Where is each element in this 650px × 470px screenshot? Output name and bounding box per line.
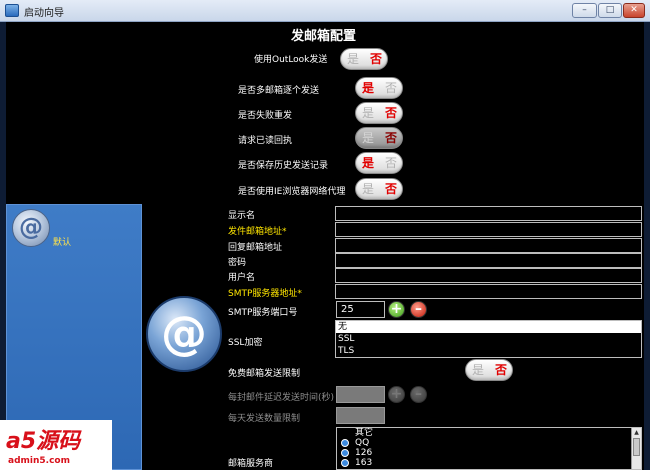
toggle-yes: 是 — [361, 131, 374, 145]
watermark-sub: admin5.com — [8, 456, 70, 466]
toggle-yes: 是 — [346, 52, 359, 66]
multi-mailbox-toggle[interactable]: 是 否 — [355, 77, 403, 99]
password-label: 密码 — [228, 258, 247, 268]
title-bar: 启动向导 – □ ✕ — [0, 0, 650, 22]
retry-on-fail-label: 是否失败重发 — [238, 111, 293, 121]
read-receipt-toggle[interactable]: 是 否 — [355, 127, 403, 149]
password-input[interactable] — [335, 253, 642, 268]
ie-proxy-label: 是否使用IE浏览器网络代理 — [238, 187, 346, 197]
toggle-no: 否 — [369, 52, 382, 66]
multi-mailbox-label: 是否多邮箱逐个发送 — [238, 86, 320, 96]
daily-limit-label: 每天发送数量限制 — [228, 414, 301, 424]
reply-address-label: 回复邮箱地址 — [228, 243, 283, 253]
toggle-no: 否 — [384, 131, 397, 145]
toggle-yes: 是 — [361, 156, 374, 170]
minimize-button[interactable]: – — [572, 3, 597, 18]
scrollbar[interactable]: ▲ — [631, 428, 641, 469]
display-name-label: 显示名 — [228, 211, 256, 221]
free-limit-label: 免费邮箱发送限制 — [228, 369, 301, 379]
daily-limit-input[interactable] — [336, 407, 385, 424]
add-button[interactable]: + — [388, 386, 405, 403]
toggle-no: 否 — [384, 106, 397, 120]
toggle-yes: 是 — [361, 182, 374, 196]
read-receipt-label: 请求已读回执 — [238, 136, 293, 146]
save-history-toggle[interactable]: 是 否 — [355, 152, 403, 174]
qq-icon — [341, 439, 349, 447]
toggle-no: 否 — [494, 363, 507, 377]
watermark-logo: a5源码 admin5.com — [0, 420, 112, 470]
ssl-listbox[interactable]: 无 SSL TLS — [335, 320, 642, 358]
remove-button[interactable]: – — [410, 386, 427, 403]
username-label: 用户名 — [228, 273, 256, 283]
scroll-thumb[interactable] — [633, 438, 640, 456]
mail-163-icon — [341, 459, 349, 467]
outlook-send-toggle[interactable]: 是 否 — [340, 48, 388, 70]
watermark-main: a5源码 — [6, 429, 81, 454]
display-name-input[interactable] — [335, 206, 642, 221]
save-history-label: 是否保存历史发送记录 — [238, 161, 329, 171]
list-item[interactable]: 其它 — [337, 428, 641, 438]
toggle-no: 否 — [384, 81, 397, 95]
list-item[interactable]: QQ — [337, 438, 641, 448]
ie-proxy-toggle[interactable]: 是 否 — [355, 178, 403, 200]
close-button[interactable]: ✕ — [623, 3, 645, 18]
list-item[interactable]: 163 — [337, 458, 641, 468]
list-item[interactable]: 无 — [336, 321, 641, 333]
toggle-yes: 是 — [361, 106, 374, 120]
smtp-server-input[interactable] — [335, 284, 642, 299]
smtp-server-label: SMTP服务器地址* — [228, 289, 302, 299]
toggle-yes: 是 — [471, 363, 484, 377]
username-input[interactable] — [335, 268, 642, 283]
delay-input[interactable] — [336, 386, 385, 403]
smtp-port-input[interactable]: 25 — [336, 301, 385, 318]
smtp-port-label: SMTP服务端口号 — [228, 308, 298, 318]
scroll-up-icon[interactable]: ▲ — [633, 429, 640, 436]
list-item[interactable]: TLS — [336, 345, 641, 357]
service-provider-label: 邮箱服务商 — [228, 459, 274, 469]
mail-126-icon — [341, 449, 349, 457]
sidebar-item-label: 默认 — [53, 238, 72, 248]
add-button[interactable]: + — [388, 301, 405, 318]
toggle-no: 否 — [384, 156, 397, 170]
restore-button[interactable]: □ — [598, 3, 622, 18]
retry-on-fail-toggle[interactable]: 是 否 — [355, 102, 403, 124]
app-icon — [5, 4, 19, 17]
page-title: 发邮箱配置 — [291, 29, 357, 44]
sender-address-label: 发件邮箱地址* — [228, 227, 287, 237]
service-provider-listbox[interactable]: 其它 QQ 126 163 ▲ — [336, 427, 642, 470]
at-sign-icon: @ — [146, 296, 222, 372]
at-sign-icon: @ — [12, 209, 50, 247]
toggle-yes: 是 — [361, 81, 374, 95]
delay-label: 每封邮件延迟发送时间(秒) — [228, 393, 335, 403]
free-limit-toggle[interactable]: 是 否 — [465, 359, 513, 381]
window-title: 启动向导 — [24, 8, 64, 19]
list-item[interactable]: 126 — [337, 448, 641, 458]
sidebar-item-default[interactable]: @ 默认 — [7, 205, 141, 249]
ssl-label: SSL加密 — [228, 338, 263, 348]
list-item[interactable]: SSL — [336, 333, 641, 345]
sender-address-input[interactable] — [335, 222, 642, 237]
window-frame-right — [644, 22, 650, 470]
outlook-send-label: 使用OutLook发送 — [254, 55, 328, 65]
remove-button[interactable]: – — [410, 301, 427, 318]
reply-address-input[interactable] — [335, 238, 642, 253]
toggle-no: 否 — [384, 182, 397, 196]
